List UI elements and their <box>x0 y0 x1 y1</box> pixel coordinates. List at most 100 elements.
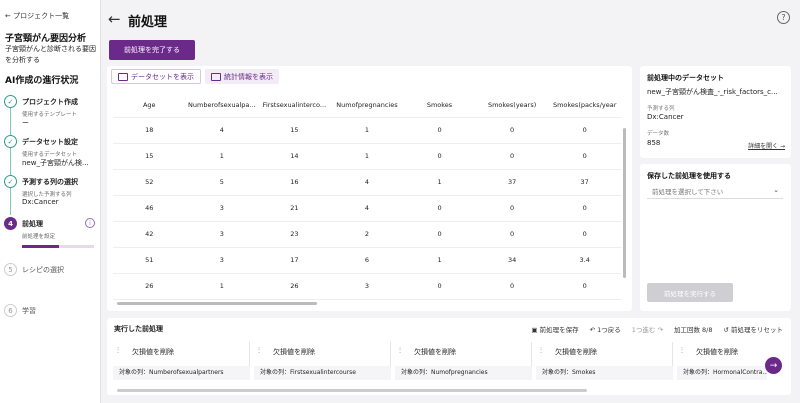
check-icon: ✓ <box>4 135 17 148</box>
step-number: 4 <box>4 217 17 230</box>
table-header-row: Age Numberofsexualpa... Firstsexualintercо… <box>113 94 621 118</box>
step-training[interactable]: 6 学習 <box>4 304 99 320</box>
tab-dataset-view[interactable]: データセットを表示 <box>111 69 201 84</box>
executed-title: 実行した前処理 <box>114 325 163 333</box>
save-preprocessing-button[interactable]: ▣ 前処理を保存 <box>531 324 578 334</box>
dataset-info-panel: 前処理中のデータセット new_子宮頸がん検査_-_risk_factors_c… <box>640 66 791 158</box>
preprocess-card[interactable]: ⫶ 欠損値を削除 対象の列：Smokes <box>536 342 673 380</box>
table-cell: 26 <box>258 273 331 300</box>
step-sub: 前処理を設定 <box>22 234 56 240</box>
table-cell: 1 <box>185 273 259 300</box>
table-cell: 21 <box>258 195 331 222</box>
cards-scrollbar[interactable] <box>117 389 587 392</box>
preprocessing-select[interactable]: 前処理を選択して下さい ⌄ <box>647 184 783 199</box>
preprocess-card[interactable]: ⫶ 欠損値を削除 対象の列：Firstsexualintercourse <box>254 342 391 380</box>
data-table: Age Numberofsexualpa... Firstsexualintercо… <box>113 94 621 302</box>
table-cell: 37 <box>475 169 549 196</box>
redo-button[interactable]: 1つ進む ↷ <box>632 324 663 334</box>
tab-statistics-view[interactable]: 統計情報を表示 <box>205 69 279 84</box>
preprocess-card[interactable]: ⫶ 欠損値を削除 対象の列：Numberofsexualpartners <box>113 342 250 380</box>
table-cell: 0 <box>548 143 621 170</box>
step-label: データセット設定 <box>22 138 78 146</box>
preprocess-card[interactable]: ⫶ 欠損値を削除 対象の列：HormonalContra...pl <box>677 342 767 380</box>
step-target-select[interactable]: ✓ 予測する列の選択 選択した予測する列 Dx:Cancer <box>4 175 99 211</box>
table-cell: 46 <box>113 195 186 222</box>
step-preprocessing[interactable]: 4 前処理 前処理を設定 i <box>4 217 99 251</box>
table-row: 42 3 23 2 0 0 0 <box>113 221 621 248</box>
run-preprocessing-button[interactable]: 前処理を実行する <box>647 283 733 302</box>
step-number: 6 <box>4 304 17 317</box>
step-recipe[interactable]: 5 レシピの選択 <box>4 263 99 279</box>
table-cell: 3 <box>185 221 259 248</box>
project-title: 子宮頸がん要因分析 <box>5 34 87 44</box>
column-header[interactable]: Smokes(years) <box>475 94 549 118</box>
back-to-projects-link[interactable]: ← プロジェクト一覧 <box>5 11 69 21</box>
step-dataset-setting[interactable]: ✓ データセット設定 使用するデータセット new_子宮頸がん検... <box>4 135 99 171</box>
table-cell: 0 <box>548 273 621 300</box>
column-header[interactable]: Numofpregnancies <box>330 94 404 118</box>
table-cell: 0 <box>475 117 549 144</box>
table-cell: 3.4 <box>548 247 621 274</box>
complete-preprocessing-button[interactable]: 前処理を完了する <box>109 40 195 60</box>
table-cell: 4 <box>185 117 259 144</box>
table-cell: 4 <box>330 195 404 222</box>
reset-icon: ↺ <box>723 326 731 334</box>
info-icon[interactable]: i <box>85 218 95 228</box>
help-icon[interactable]: ? <box>777 11 790 24</box>
step-project-create[interactable]: ✓ プロジェクト作成 使用するテンプレート ー <box>4 95 99 131</box>
next-arrow-button[interactable]: → <box>765 357 782 374</box>
test-tube-icon: ⫶ <box>258 346 260 355</box>
dataset-table-panel: データセットを表示 統計情報を表示 Age Numberofsexualpa...… <box>107 66 632 311</box>
data-count-label: データ数 <box>647 131 670 137</box>
vertical-scrollbar[interactable] <box>623 128 626 278</box>
table-cell: 0 <box>403 299 476 302</box>
page-title: 前処理 <box>128 15 168 30</box>
check-icon: ✓ <box>4 175 17 188</box>
horizontal-scrollbar[interactable] <box>117 302 317 305</box>
table-cell: 0 <box>403 117 476 144</box>
executed-cards: ⫶ 欠損値を削除 対象の列：Numberofsexualpartners ⫶ 欠… <box>113 342 767 380</box>
table-cell: 23 <box>258 221 331 248</box>
step-label: レシピの選択 <box>22 266 64 274</box>
table-cell: 0 <box>403 143 476 170</box>
column-header[interactable]: Smokes <box>403 94 476 118</box>
step-label: 学習 <box>22 307 36 315</box>
test-tube-icon: ⫶ <box>399 346 401 355</box>
exec-toolbar: ▣ 前処理を保存 ↶ 1つ戻る 1つ進む ↷ 加工回数 8/8 ↺ 前処理をリセ… <box>531 324 783 334</box>
reset-preprocessing-button[interactable]: ↺ 前処理をリセット <box>723 324 783 334</box>
step-label: 前処理 <box>22 220 43 228</box>
table-cell: 1 <box>403 169 476 196</box>
column-header[interactable]: Numberofsexualpa... <box>185 94 259 118</box>
project-description: 子宮頸がんと診断される要因を分析する <box>5 45 96 64</box>
table-cell: 5 <box>330 299 404 302</box>
check-icon: ✓ <box>4 95 17 108</box>
table-cell: 42 <box>113 221 186 248</box>
table-cell: 0 <box>548 117 621 144</box>
table-cell: 52 <box>113 169 186 196</box>
target-column-label: 予測する列 <box>647 106 675 112</box>
table-cell: 0 <box>548 299 621 302</box>
table-cell: 6 <box>330 247 404 274</box>
column-header[interactable]: Smokes(packs/year <box>548 94 621 118</box>
undo-button[interactable]: ↶ 1つ戻る <box>590 324 621 334</box>
data-table-scroll[interactable]: Age Numberofsexualpa... Firstsexualintercо… <box>113 94 621 302</box>
open-details-link[interactable]: 詳細を開く → <box>748 141 785 150</box>
step-value: ー <box>22 119 29 127</box>
table-cell: 0 <box>548 221 621 248</box>
table-cell: 15 <box>113 143 186 170</box>
table-cell: 3 <box>330 273 404 300</box>
tab-label: データセットを表示 <box>131 72 194 81</box>
column-header[interactable]: Age <box>113 94 186 118</box>
card-title: 欠損値を削除 <box>696 348 738 356</box>
back-arrow-icon[interactable]: ← <box>108 10 121 28</box>
test-tube-icon: ⫶ <box>681 346 683 355</box>
save-label: 前処理を保存 <box>539 326 579 334</box>
step-sub: 使用するテンプレート <box>22 112 77 118</box>
view-tabs: データセットを表示 統計情報を表示 <box>111 69 279 84</box>
card-title: 欠損値を削除 <box>414 348 456 356</box>
undo-label: 1つ戻る <box>597 326 621 334</box>
preprocess-card[interactable]: ⫶ 欠損値を削除 対象の列：Numofpregnancies <box>395 342 532 380</box>
column-header[interactable]: Firstsexualintercо... <box>258 94 331 118</box>
card-target: 対象の列：Smokes <box>536 366 673 380</box>
dataset-panel-title: 前処理中のデータセット <box>647 74 724 82</box>
